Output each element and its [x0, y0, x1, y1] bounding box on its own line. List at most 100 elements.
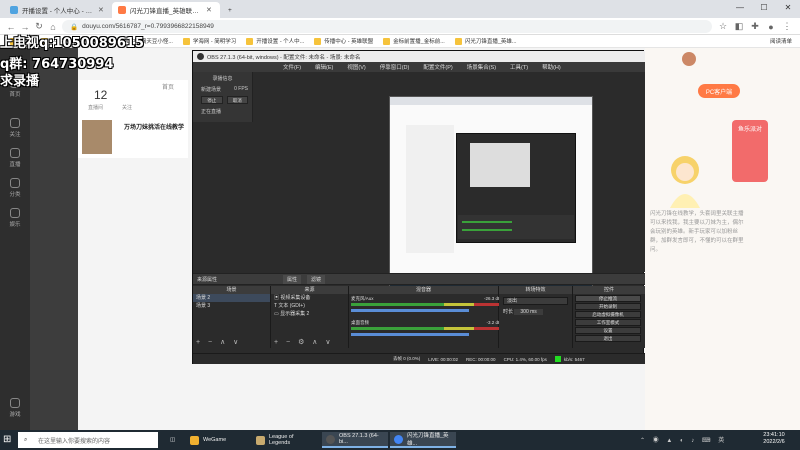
star-icon [10, 208, 20, 218]
grid-icon [10, 178, 20, 188]
windows-start-icon[interactable]: ⊞ [3, 434, 14, 445]
menu-file[interactable]: 文件(F) [283, 63, 301, 71]
bookmark-item[interactable]: 闪光刀锋直播_英雄... [454, 37, 516, 45]
system-tray-icons[interactable]: ⌃ ◉ ▲ ◐ ♪ ⌨ 英 [640, 435, 727, 444]
taskbar-app-chrome[interactable]: 闪光刀锋直播_英雄... [390, 432, 456, 448]
menu-profile[interactable]: 配置文件(P) [423, 63, 452, 71]
source-item[interactable]: ▭ 显示器采集 2 [271, 310, 348, 318]
folder-icon [246, 37, 254, 45]
close-icon[interactable]: ✕ [206, 6, 212, 14]
taskbar-app-obs[interactable]: OBS 27.1.3 (64-bi... [322, 432, 388, 448]
clock-time: 23:41:10 [763, 432, 785, 438]
pc-client-button[interactable]: PC客户端 [698, 84, 740, 98]
menu-edit[interactable]: 编辑(E) [315, 63, 333, 71]
menu-docks[interactable]: 停靠窗口(D) [380, 63, 410, 71]
close-icon[interactable]: ✕ [98, 6, 104, 14]
bookmark-item[interactable]: 学海网 - 简明学习 [182, 37, 236, 45]
stop-streaming-button[interactable]: 停止推流 [575, 295, 641, 302]
nav-item-live[interactable]: 直播 [4, 148, 26, 168]
lol-icon [256, 435, 265, 445]
stream-health-icon [554, 356, 561, 362]
dock-scene-line: 新建场景 0 FPS [201, 86, 248, 93]
nav-item-game[interactable]: 游戏 [4, 398, 26, 418]
user-avatar[interactable] [682, 52, 696, 66]
clock-date: 2022/2/6 [763, 439, 785, 445]
properties-button[interactable]: 属性 [283, 275, 302, 284]
profile-icon[interactable]: ● [764, 20, 778, 33]
obs-title: OBS 27.1.3 (64-bit, windows) - 配置文件: 未命名… [207, 54, 361, 61]
scene-item[interactable]: 场景 3 [193, 302, 270, 310]
menu-scene-collection[interactable]: 场景集合(S) [467, 63, 496, 71]
obs-title-bar: OBS 27.1.3 (64-bit, windows) - 配置文件: 未命名… [193, 51, 645, 62]
maximize-button[interactable]: ☐ [752, 0, 776, 14]
volume-slider[interactable] [351, 309, 469, 312]
mixer-header: 混音器 [349, 286, 498, 294]
sources-header: 来源 [271, 286, 348, 294]
channel-name: 麦克风/Aux [351, 296, 374, 301]
taskbar-app-lol[interactable]: League of Legends [252, 432, 320, 448]
settings-button[interactable]: 设置 [575, 327, 641, 334]
new-tab-button[interactable]: + [222, 2, 238, 18]
mixer-channel-mic: 麦克风/Aux -26.3 dB [351, 296, 501, 312]
windows-taskbar: ⊞ ⌕ 在这里输入你要搜索的内容 ◫ WeGame League of Lege… [0, 430, 800, 450]
bookmark-item[interactable]: 金标前置播_金标前... [383, 37, 445, 45]
source-properties-bar: 来源属性 属性 滤镜 [193, 273, 645, 285]
close-window-button[interactable]: ✕ [776, 0, 800, 14]
volume-slider[interactable] [351, 333, 469, 336]
taskview-icon[interactable]: ◫ [166, 432, 179, 448]
bookmark-item[interactable]: 开播设置 - 个人中... [246, 37, 304, 45]
nav-item-fun[interactable]: 娱乐 [4, 208, 26, 228]
minimize-button[interactable]: — [728, 0, 752, 14]
volume-meter [351, 327, 501, 330]
mixer-channel-desktop: 桌面音频 -3.2 dB [351, 320, 501, 336]
streamer-avatar [82, 120, 112, 154]
taskbar-search-input[interactable]: ⌕ 在这里输入你要搜索的内容 [18, 432, 158, 448]
taskbar-clock[interactable]: 23:41:10 2022/2/6 [752, 432, 796, 446]
studio-mode-button[interactable]: 工作室模式 [575, 319, 641, 326]
nav-item-follow[interactable]: 关注 [4, 118, 26, 138]
exit-button[interactable]: 退出 [575, 335, 641, 342]
menu-tools[interactable]: 工具(T) [510, 63, 528, 71]
controls-panel: 控件 停止推流 开始录制 启动虚拟摄像机 工作室模式 设置 退出 [573, 286, 645, 348]
taskbar-app-wegame[interactable]: WeGame [186, 432, 250, 448]
nav-item-category[interactable]: 分类 [4, 178, 26, 198]
stop-button[interactable]: 停止 [201, 96, 223, 104]
menu-view[interactable]: 视图(V) [347, 63, 365, 71]
search-icon: ⌕ [24, 436, 28, 443]
stat-label: 关注 [122, 105, 133, 111]
scene-toolbar[interactable]: + − ∧ ∨ [196, 338, 241, 346]
menu-help[interactable]: 帮助(H) [542, 63, 561, 71]
cpu-usage: CPU: 1.4%, 60.00 fps [503, 356, 547, 362]
promo-banner[interactable]: 鱼乐派对 [732, 120, 768, 182]
bookmark-item[interactable]: 传播中心 - 英雄联盟 [314, 37, 373, 45]
puzzle-icon[interactable]: ✚ [748, 20, 762, 33]
star-icon[interactable]: ☆ [716, 20, 730, 33]
obs-logo-icon [197, 53, 204, 60]
filters-button[interactable]: 滤镜 [307, 275, 326, 284]
address-input[interactable]: 🔒 douyu.com/5616787_r=0.7993966822158949 [62, 20, 712, 33]
obs-preview[interactable] [253, 72, 645, 288]
tab-bilibili[interactable]: 开播设置 - 个人中心 - bilibili ✕ [4, 2, 110, 18]
scene-item[interactable]: 场景 2 [193, 294, 270, 302]
source-item[interactable]: ▣ 视频采集设备 [271, 294, 348, 302]
duration-input[interactable]: 300 ms [514, 309, 543, 315]
extension-icon[interactable]: ◧ [732, 20, 746, 33]
start-recording-button[interactable]: 开始录制 [575, 303, 641, 310]
transition-select[interactable]: 淡出 [503, 297, 568, 305]
obs-status-bar: 丢帧 0 (0.0%) LIVE: 00:00:02 REC: 00:00:00… [193, 353, 645, 364]
reading-list[interactable]: 阅读清单 [770, 37, 792, 45]
preview-capture [389, 96, 593, 288]
gamepad-icon [10, 398, 20, 408]
source-toolbar[interactable]: + − ⚙ ∧ ∨ [274, 338, 333, 346]
menu-icon[interactable]: ⋮ [780, 20, 794, 33]
dockbar-title: 来源属性 [197, 277, 218, 283]
cancel-button[interactable]: 取消 [226, 96, 248, 104]
tab-douyu[interactable]: 闪光刀锋直播_英雄联盟直播_斗鱼直播 ✕ [112, 2, 220, 18]
source-item[interactable]: T 文本 (GDI+) [271, 302, 348, 310]
obs-window: OBS 27.1.3 (64-bit, windows) - 配置文件: 未命名… [192, 50, 645, 364]
streamer-notice: 闪光刀锋在线教学，头套阔里关联主播可以来找我，我主要以刀妹为主，偶尔会玩别的英雄… [650, 211, 744, 253]
folder-icon [454, 37, 462, 45]
douyu-favicon-icon [118, 6, 126, 14]
transitions-panel: 转场特效 淡出 时长 300 ms [499, 286, 573, 348]
virtual-camera-button[interactable]: 启动虚拟摄像机 [575, 311, 641, 318]
